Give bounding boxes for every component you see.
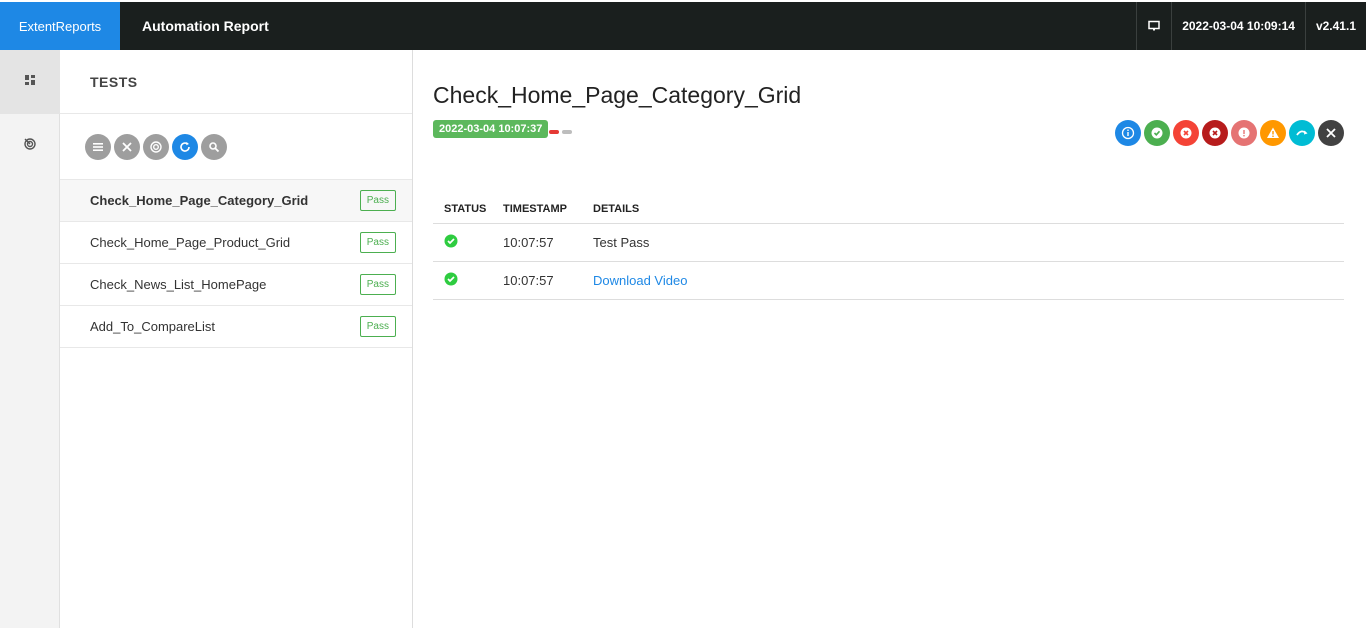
pass-icon xyxy=(444,234,458,247)
test-list-item[interactable]: Check_Home_Page_Category_Grid Pass xyxy=(60,180,412,222)
test-list-item[interactable]: Check_Home_Page_Product_Grid Pass xyxy=(60,222,412,264)
pass-icon xyxy=(1151,127,1163,139)
list-icon xyxy=(93,142,103,151)
search-icon xyxy=(209,141,220,152)
fatal-filter-button[interactable] xyxy=(1202,120,1228,146)
status-badge: Pass xyxy=(359,316,396,337)
tests-panel: TESTS Check_Home_Page_Category_Grid Pass… xyxy=(60,50,413,628)
close-icon xyxy=(122,141,132,152)
status-cell xyxy=(433,261,492,300)
status-badge: Pass xyxy=(359,190,396,211)
error-filter-button[interactable] xyxy=(1231,120,1257,146)
status-cell xyxy=(433,223,492,262)
filter-all-button[interactable] xyxy=(85,133,111,160)
skip-filter-button[interactable] xyxy=(1289,120,1315,146)
refresh-button[interactable] xyxy=(172,133,198,160)
test-detail-panel: Check_Home_Page_Category_Grid 2022-03-04… xyxy=(413,50,1366,628)
report-datetime: 2022-03-04 10:09:14 xyxy=(1171,2,1305,50)
dashboard-icon xyxy=(24,73,36,91)
status-badge: Pass xyxy=(359,232,396,253)
search-button[interactable] xyxy=(201,133,227,160)
nav-dashboard[interactable] xyxy=(0,50,60,114)
test-name: Check_News_List_HomePage xyxy=(90,277,267,292)
fail-icon xyxy=(1180,127,1192,139)
timestamp-cell: 10:07:57 xyxy=(492,261,582,300)
tests-panel-title: TESTS xyxy=(60,50,412,114)
details-column-header: DETAILS xyxy=(582,195,1344,224)
monitor-button[interactable] xyxy=(1136,2,1171,50)
nav-category[interactable] xyxy=(0,114,60,178)
log-table-header: STATUS TIMESTAMP DETAILS xyxy=(433,195,1344,224)
clear-filter-button[interactable] xyxy=(1318,120,1344,146)
top-navbar: ExtentReports Automation Report 2022-03-… xyxy=(0,0,1366,50)
pass-icon xyxy=(444,272,458,285)
filter-clear-button[interactable] xyxy=(114,133,140,160)
version-label: v2.41.1 xyxy=(1304,2,1366,50)
download-video-link[interactable]: Download Video xyxy=(593,273,687,288)
error-icon xyxy=(1238,127,1250,139)
skip-indicator xyxy=(562,130,572,134)
warning-filter-button[interactable] xyxy=(1260,120,1286,146)
timestamp-cell: 10:07:57 xyxy=(492,223,582,262)
monitor-icon xyxy=(1147,19,1161,33)
pass-filter-button[interactable] xyxy=(1144,120,1170,146)
warning-icon xyxy=(1267,127,1279,138)
table-row: 10:07:57 Download Video xyxy=(433,261,1344,300)
status-filter-group xyxy=(1115,120,1344,146)
fail-indicator xyxy=(549,130,559,134)
info-filter-button[interactable] xyxy=(1115,120,1141,146)
info-icon xyxy=(1121,126,1135,140)
target-icon xyxy=(150,140,162,153)
details-cell: Test Pass xyxy=(582,223,1344,262)
status-badge: Pass xyxy=(359,274,396,295)
table-row: 10:07:57 Test Pass xyxy=(433,223,1344,262)
category-icon xyxy=(23,137,37,156)
start-time-badge: 2022-03-04 10:07:37 xyxy=(433,120,549,138)
test-title: Check_Home_Page_Category_Grid xyxy=(433,82,802,108)
skip-icon xyxy=(1296,130,1308,136)
test-list-item[interactable]: Add_To_CompareList Pass xyxy=(60,306,412,348)
refresh-icon xyxy=(180,141,190,152)
clear-icon xyxy=(1326,128,1336,138)
test-list-item[interactable]: Check_News_List_HomePage Pass xyxy=(60,264,412,306)
test-name: Add_To_CompareList xyxy=(90,319,216,334)
brand-logo[interactable]: ExtentReports xyxy=(0,2,120,50)
status-column-header: STATUS xyxy=(433,195,492,224)
details-cell: Download Video xyxy=(582,261,1344,300)
left-sidebar xyxy=(0,50,60,628)
test-name: Check_Home_Page_Category_Grid xyxy=(90,193,309,208)
test-filters xyxy=(60,114,412,180)
log-table: STATUS TIMESTAMP DETAILS 10:07:57 Test P… xyxy=(433,195,1344,300)
timestamp-column-header: TIMESTAMP xyxy=(492,195,582,224)
filter-category-button[interactable] xyxy=(143,133,169,160)
fatal-icon xyxy=(1209,127,1221,139)
report-name: Automation Report xyxy=(142,18,269,34)
fail-filter-button[interactable] xyxy=(1173,120,1199,146)
test-name: Check_Home_Page_Product_Grid xyxy=(90,235,291,250)
